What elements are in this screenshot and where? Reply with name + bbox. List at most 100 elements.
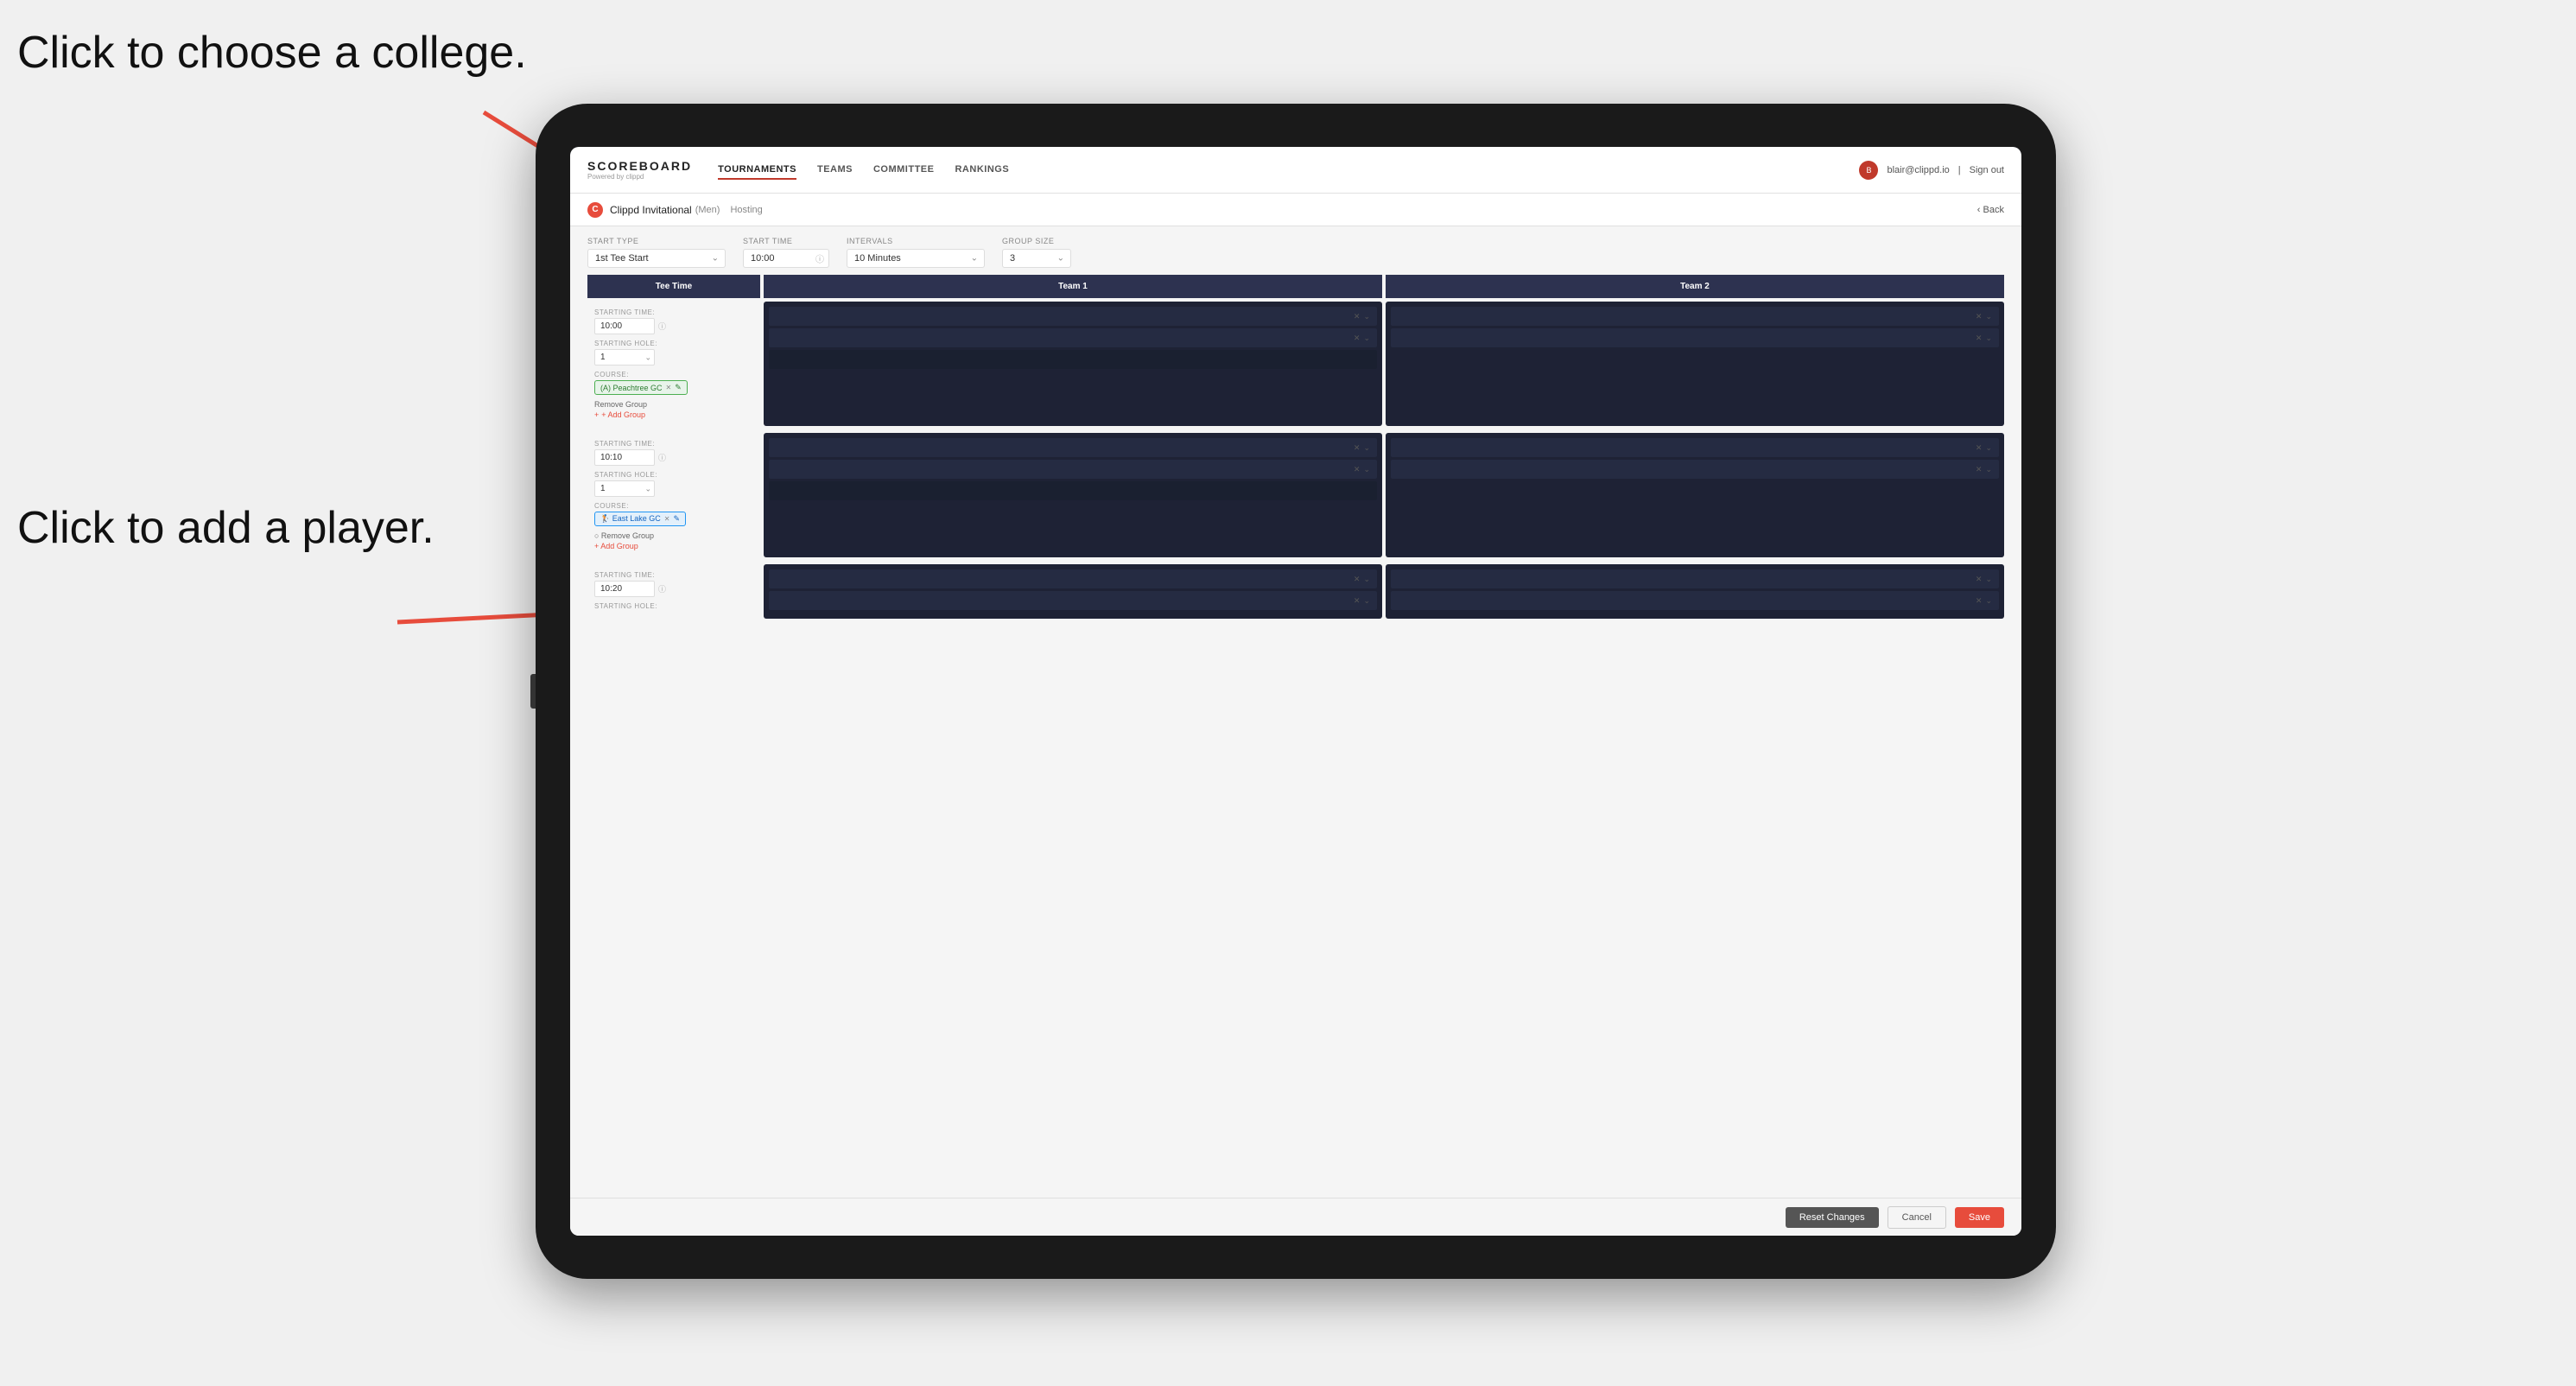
- p2-ch-1[interactable]: ⌄: [1363, 443, 1370, 453]
- start-type-select[interactable]: 1st Tee Start: [587, 249, 726, 268]
- save-button[interactable]: Save: [1955, 1207, 2004, 1228]
- p3-t2-x-2[interactable]: ✕: [1976, 596, 1983, 606]
- starting-time-input-3[interactable]: [594, 581, 655, 597]
- group-1: STARTING TIME: ⓘ STARTING HOLE: 1: [587, 302, 2004, 426]
- add-group-1[interactable]: + + Add Group: [594, 410, 753, 419]
- course-remove-2[interactable]: ✕: [664, 515, 670, 523]
- group-2-row: STARTING TIME: ⓘ STARTING HOLE: 1: [587, 433, 2004, 557]
- group-size-select[interactable]: 3: [1002, 249, 1071, 268]
- player-row-3-t1-2[interactable]: ✕ ⌄: [769, 591, 1377, 610]
- p2-ch-2[interactable]: ⌄: [1363, 465, 1370, 474]
- start-time-label: Start Time: [743, 237, 829, 245]
- player-row-2-t1-1[interactable]: ✕ ⌄: [769, 438, 1377, 457]
- player-row-1-t2-2[interactable]: ✕ ⌄: [1391, 328, 1999, 347]
- nav-teams[interactable]: TEAMS: [817, 161, 853, 180]
- col-team2: Team 2: [1386, 275, 2004, 298]
- p2-x-1[interactable]: ✕: [1354, 443, 1361, 453]
- p2-t2-ch-1[interactable]: ⌄: [1985, 443, 1992, 453]
- time-info-icon-1: ⓘ: [658, 321, 666, 332]
- p3-ch-2[interactable]: ⌄: [1363, 596, 1370, 606]
- starting-time-input-1[interactable]: [594, 318, 655, 334]
- player-row-3-t2-2[interactable]: ✕ ⌄: [1391, 591, 1999, 610]
- player-x-icon-t2-1[interactable]: ✕: [1976, 312, 1983, 321]
- clippd-logo: C: [587, 202, 603, 218]
- cancel-button[interactable]: Cancel: [1888, 1206, 1946, 1229]
- starting-time-label-1: STARTING TIME:: [594, 308, 753, 316]
- team2-players-group1: ✕ ⌄ ✕ ⌄: [1386, 302, 2004, 426]
- tablet-side-button: [530, 674, 536, 709]
- starting-time-row-3: ⓘ: [594, 581, 753, 597]
- add-group-2[interactable]: + Add Group: [594, 542, 753, 550]
- p3-t2-ch-2[interactable]: ⌄: [1985, 596, 1992, 606]
- p2-x-2[interactable]: ✕: [1354, 465, 1361, 474]
- course-label-2: COURSE:: [594, 502, 753, 510]
- course-remove-1[interactable]: ✕: [666, 384, 672, 391]
- p3-x-1[interactable]: ✕: [1354, 575, 1361, 584]
- start-type-select-wrap: 1st Tee Start: [587, 249, 726, 268]
- breadcrumb-title[interactable]: Clippd Invitational: [610, 204, 692, 216]
- group-1-row: STARTING TIME: ⓘ STARTING HOLE: 1: [587, 302, 2004, 426]
- course-tag-2[interactable]: 🏌 East Lake GC ✕ ✎: [594, 512, 686, 526]
- start-type-label: Start Type: [587, 237, 726, 245]
- starting-time-row-1: ⓘ: [594, 318, 753, 334]
- p3-t2-ch-1[interactable]: ⌄: [1985, 575, 1992, 584]
- player-x-icon-2[interactable]: ✕: [1354, 334, 1361, 343]
- start-type-group: Start Type 1st Tee Start: [587, 237, 726, 268]
- remove-group-2[interactable]: ○ Remove Group: [594, 531, 753, 540]
- player-chevron-icon-t2-2[interactable]: ⌄: [1985, 334, 1992, 343]
- tablet: SCOREBOARD Powered by clippd TOURNAMENTS…: [536, 104, 2056, 1279]
- player-row-3-t2-1[interactable]: ✕ ⌄: [1391, 569, 1999, 588]
- add-player-team1-group2[interactable]: [769, 481, 1377, 500]
- player-row-1-t2-1[interactable]: ✕ ⌄: [1391, 307, 1999, 326]
- p3-x-2[interactable]: ✕: [1354, 596, 1361, 606]
- intervals-select[interactable]: 10 Minutes: [847, 249, 985, 268]
- intervals-select-wrap: 10 Minutes: [847, 249, 985, 268]
- back-button[interactable]: ‹ Back: [1977, 205, 2004, 215]
- team2-players-group3: ✕ ⌄ ✕ ⌄: [1386, 564, 2004, 619]
- p3-t2-x-1[interactable]: ✕: [1976, 575, 1983, 584]
- nav-tournaments[interactable]: TOURNAMENTS: [718, 161, 796, 180]
- breadcrumb-hosting: Hosting: [730, 205, 762, 215]
- p2-t2-x-1[interactable]: ✕: [1976, 443, 1983, 453]
- starting-time-label-3: STARTING TIME:: [594, 571, 753, 579]
- intervals-group: Intervals 10 Minutes: [847, 237, 985, 268]
- player-row-2-t2-1[interactable]: ✕ ⌄: [1391, 438, 1999, 457]
- remove-group-1[interactable]: Remove Group: [594, 400, 753, 409]
- player-row-2-t1-2[interactable]: ✕ ⌄: [769, 460, 1377, 479]
- group-2-left: STARTING TIME: ⓘ STARTING HOLE: 1: [587, 433, 760, 557]
- starting-hole-row-1: 1: [594, 349, 753, 366]
- player-row-1-t1-2[interactable]: ✕ ⌄: [769, 328, 1377, 347]
- course-row-1: (A) Peachtree GC ✕ ✎: [594, 380, 753, 395]
- reset-changes-button[interactable]: Reset Changes: [1786, 1207, 1879, 1228]
- p2-t2-ch-2[interactable]: ⌄: [1985, 465, 1992, 474]
- add-player-team1-group1[interactable]: [769, 350, 1377, 369]
- course-edit-2[interactable]: ✎: [673, 514, 680, 524]
- navbar: SCOREBOARD Powered by clippd TOURNAMENTS…: [570, 147, 2021, 194]
- player-row-2-t2-2[interactable]: ✕ ⌄: [1391, 460, 1999, 479]
- starting-hole-select-2[interactable]: 1: [594, 480, 655, 497]
- starting-time-input-2[interactable]: [594, 449, 655, 466]
- divider: |: [1958, 165, 1961, 175]
- team1-players-group2: ✕ ⌄ ✕ ⌄: [764, 433, 1382, 557]
- p3-ch-1[interactable]: ⌄: [1363, 575, 1370, 584]
- player-row-3-t1-1[interactable]: ✕ ⌄: [769, 569, 1377, 588]
- nav-rankings[interactable]: RANKINGS: [955, 161, 1009, 180]
- player-row-1-t1-1[interactable]: ✕ ⌄: [769, 307, 1377, 326]
- nav-committee[interactable]: COMMITTEE: [873, 161, 935, 180]
- player-chevron-icon-2[interactable]: ⌄: [1363, 334, 1370, 343]
- start-time-group: Start Time ⓘ: [743, 237, 829, 268]
- course-tag-1[interactable]: (A) Peachtree GC ✕ ✎: [594, 380, 688, 395]
- player-x-icon-t2-2[interactable]: ✕: [1976, 334, 1983, 343]
- player-x-icon[interactable]: ✕: [1354, 312, 1361, 321]
- group-size-label: Group Size: [1002, 237, 1071, 245]
- player-chevron-icon[interactable]: ⌄: [1363, 312, 1370, 321]
- player-chevron-icon-t2-1[interactable]: ⌄: [1985, 312, 1992, 321]
- sign-out-link[interactable]: Sign out: [1970, 165, 2004, 175]
- course-edit-1[interactable]: ✎: [675, 383, 682, 392]
- p2-t2-x-2[interactable]: ✕: [1976, 465, 1983, 474]
- group-1-left: STARTING TIME: ⓘ STARTING HOLE: 1: [587, 302, 760, 426]
- group-2: STARTING TIME: ⓘ STARTING HOLE: 1: [587, 433, 2004, 557]
- group-3-row: STARTING TIME: ⓘ STARTING HOLE: ✕ ⌄: [587, 564, 2004, 619]
- team1-players-group3: ✕ ⌄ ✕ ⌄: [764, 564, 1382, 619]
- starting-hole-select-1[interactable]: 1: [594, 349, 655, 366]
